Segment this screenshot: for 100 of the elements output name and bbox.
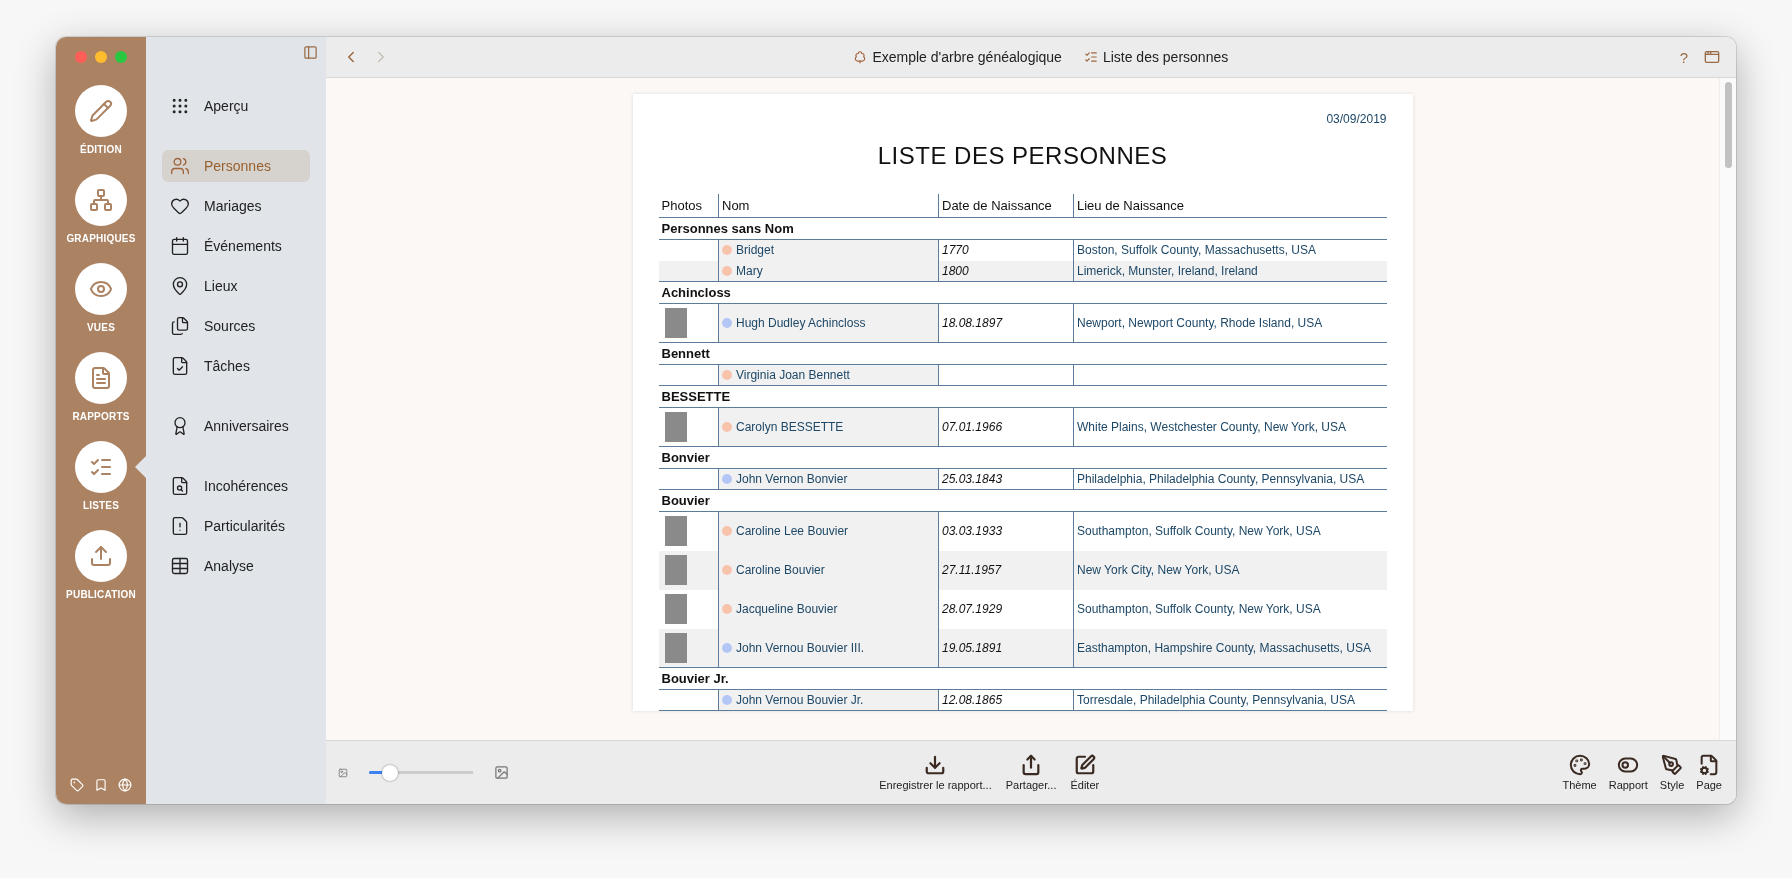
bookmark-icon[interactable] [94,778,108,792]
table-cell: Torresdale, Philadelphia County, Pennsylvania, USA [1073,689,1387,711]
sidebar-item[interactable]: Incohérences [162,470,310,502]
warning-icon [170,516,190,536]
table-cell: Limerick, Munster, Ireland, Ireland [1073,260,1387,282]
table-icon [170,556,190,576]
group-heading: BESSETTE [658,385,1387,408]
table-cell: Philadelphia, Philadelphia County, Pennsylvania, USA [1073,468,1387,490]
person-name: John Vernou Bouvier Jr. [736,693,864,707]
help-button[interactable]: ? [1679,48,1688,66]
sidebar-item[interactable]: Personnes [162,150,310,182]
sidebar-item[interactable]: Anniversaires [162,410,310,442]
group-heading: Bennett [658,342,1387,365]
table-cell: 03.03.1933 [938,511,1074,551]
person-name: John Vernou Bouvier III. [736,640,865,655]
document-icon [89,366,113,390]
photo-placeholder [664,594,687,624]
table-cell: 19.05.1891 [938,628,1074,668]
breadcrumb[interactable]: Exemple d'arbre généalogique [872,49,1062,65]
table-cell: 28.07.1929 [938,589,1074,629]
sidebar-item[interactable]: Aperçu [162,90,310,122]
photo-placeholder [664,412,687,442]
small-image-icon [338,767,348,778]
table-cell: Southampton, Suffolk County, New York, USA [1073,589,1387,629]
globe-icon[interactable] [118,778,132,792]
photo-placeholder [664,632,687,663]
table-cell: New York City, New York, USA [1073,550,1387,590]
person-name: Virginia Joan Bennett [736,368,850,382]
person-name: Caroline Bouvier [736,563,825,577]
toolbar-button[interactable]: Enregistrer le rapport... [877,754,994,791]
zoom-light[interactable] [115,51,127,63]
pen-tool-icon [1661,754,1684,776]
heart-icon [170,196,190,216]
toolbar-button[interactable]: Style [1657,754,1687,791]
mode-label: GRAPHIQUES [66,233,136,244]
table-cell: Easthampton, Hampshire County, Massachusetts, USA [1073,628,1387,668]
toolbar-button[interactable]: Rapport [1606,754,1650,791]
sidebar-item[interactable]: Analyse [162,550,310,582]
close-light[interactable] [75,51,87,63]
tag-icon[interactable] [70,778,84,792]
sidebar-item[interactable]: Particularités [162,510,310,542]
person-name: Hugh Dudley Achincloss [736,316,866,330]
calendar-icon [170,236,190,256]
table-cell: Boston, Suffolk County, Massachusetts, USA [1073,239,1387,261]
table-cell: 27.11.1957 [938,550,1074,590]
pin-icon [170,276,190,296]
table-cell: 18.08.1897 [938,303,1074,343]
group-heading: Personnes sans Nom [658,217,1387,240]
large-image-icon [494,765,509,780]
photo-placeholder [664,555,687,585]
group-heading: Bouvier [658,489,1387,512]
table-cell: Southampton, Suffolk County, New York, USA [1073,511,1387,551]
check-document-icon [170,356,190,376]
edit-icon [1073,754,1096,776]
sidebar-item[interactable]: Événements [162,230,310,262]
toolbar-button[interactable]: Éditer [1068,754,1102,791]
column-header: Photos [658,194,719,218]
sidebar-item[interactable]: Sources [162,310,310,342]
list-icon [1083,50,1098,64]
person-name: Caroline Lee Bouvier [736,524,849,539]
person-name: Mary [736,263,763,278]
group-heading: Bouvier Jr. [658,667,1387,690]
grid-icon [170,96,190,116]
mode-label: ÉDITION [80,144,122,155]
upload-icon [89,544,113,568]
sidebar-item[interactable]: Lieux [162,270,310,302]
scrollbar[interactable] [1719,78,1736,740]
column-header: Date de Naissance [938,194,1074,218]
toolbar-button[interactable]: Thème [1560,754,1599,791]
table-cell: 1770 [938,239,1074,261]
table-cell: 25.03.1843 [938,468,1074,490]
column-header: Lieu de Naissance [1073,194,1387,218]
person-name: John Vernon Bonvier [736,472,848,486]
palette-icon [1568,754,1591,776]
group-heading: Bonvier [658,446,1387,469]
table-cell: Newport, Newport County, Rhode Island, USA [1073,303,1387,343]
toolbar-button[interactable]: Partager... [1003,754,1059,791]
search-icon [170,476,190,496]
minimize-light[interactable] [95,51,107,63]
photo-placeholder [664,308,687,338]
mode-label: PUBLICATION [66,589,136,600]
report-title: LISTE DES PERSONNES [876,142,1169,170]
mode-label: RAPPORTS [72,411,130,422]
pencil-icon [89,99,113,123]
mode-label: LISTES [82,500,120,511]
person-name: Jacqueline Bouvier [736,602,838,616]
sidebar-item[interactable]: Tâches [162,350,310,382]
mode-label: VUES [86,322,115,333]
documents-icon [170,316,190,336]
table-cell: 12.08.1865 [938,689,1074,711]
sidebar-toggle-icon[interactable] [303,45,318,60]
tree-icon [853,50,868,64]
photo-placeholder [664,516,687,547]
window-icon[interactable] [1704,49,1720,65]
toolbar-button[interactable]: Page [1694,754,1724,791]
sidebar-item[interactable]: Mariages [162,190,310,222]
breadcrumb[interactable]: Liste des personnes [1102,49,1229,65]
person-name: Carolyn BESSETTE [736,420,844,434]
slider-thumb[interactable] [381,764,398,781]
group-heading: Achincloss [658,281,1387,304]
